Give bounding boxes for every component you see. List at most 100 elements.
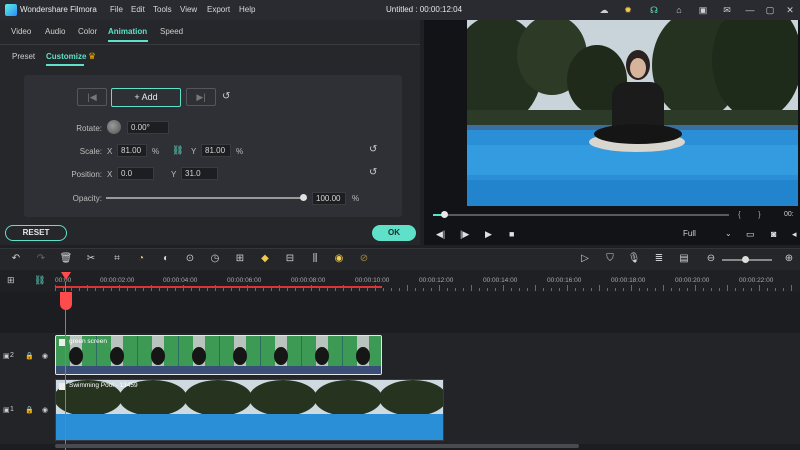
mark-out-bracket[interactable]: } [758, 210, 761, 219]
green-screen-icon[interactable]: ⊟ [283, 252, 297, 266]
menu-edit[interactable]: Edit [131, 5, 145, 14]
scale-y-label: Y [191, 147, 197, 156]
tab-audio[interactable]: Audio [45, 27, 65, 36]
stop-icon[interactable]: ■ [509, 229, 514, 239]
snap-link-icon[interactable]: ⛓ [34, 275, 45, 286]
mail-icon[interactable]: ✉ [721, 4, 733, 16]
position-reset-icon[interactable]: ↺ [369, 167, 377, 178]
export-frame-icon[interactable]: ⊘ [357, 252, 371, 266]
cloud-icon[interactable]: ☁ [598, 4, 610, 16]
add-track-icon[interactable]: ⊞ [7, 275, 15, 286]
subtab-preset[interactable]: Preset [12, 52, 35, 61]
swimming-pool-clip[interactable]: Swimming Pool - 13459 [55, 379, 444, 441]
rotate-input[interactable]: 0.00° [127, 121, 169, 134]
scale-reset-icon[interactable]: ↺ [369, 144, 377, 155]
track-2-number: 2 [10, 352, 14, 359]
position-x-label: X [107, 170, 113, 179]
track-2-eye-icon[interactable]: ◉ [42, 352, 48, 360]
timeline-zoom-thumb[interactable] [742, 256, 749, 263]
tab-speed[interactable]: Speed [160, 27, 183, 36]
menu-export[interactable]: Export [207, 5, 230, 14]
monitor-icon[interactable]: ▭ [746, 229, 755, 240]
tab-video[interactable]: Video [11, 27, 31, 36]
delete-icon[interactable]: 🗑 [59, 252, 73, 266]
save-icon[interactable]: ▣ [697, 4, 709, 16]
playhead-marker[interactable] [61, 272, 71, 280]
marker-icon[interactable]: ⛉ [603, 252, 617, 266]
maximize-icon[interactable]: ▢ [764, 4, 776, 16]
snapshot-camera-icon[interactable]: ◙ [771, 229, 776, 239]
voiceover-icon[interactable]: ▤ [677, 252, 691, 266]
tab-animation[interactable]: Animation [108, 27, 147, 36]
tab-divider [0, 44, 420, 45]
microphone-icon[interactable]: 🎙 [627, 252, 641, 266]
mixer-icon[interactable]: ≣ [652, 252, 666, 266]
app-name: Wondershare Filmora [20, 5, 97, 14]
prev-keyframe-button[interactable]: |◀ [77, 88, 107, 106]
track-1-eye-icon[interactable]: ◉ [42, 406, 48, 414]
next-keyframe-button[interactable]: ▶| [186, 88, 216, 106]
green-screen-clip[interactable]: green screen [55, 335, 382, 375]
zoom-icon[interactable]: ⊞ [233, 252, 247, 266]
scale-y-input[interactable]: 81.00 [201, 144, 231, 157]
position-x-input[interactable]: 0.0 [117, 167, 154, 180]
position-y-label: Y [171, 170, 177, 179]
rotate-label: Rotate: [76, 124, 102, 133]
play-icon[interactable]: ▶ [485, 229, 492, 240]
preview-scrub-thumb[interactable] [441, 211, 448, 218]
play-slow-icon[interactable]: |▶ [460, 229, 469, 240]
track-2-lock-icon[interactable]: 🔒 [25, 352, 34, 360]
reset-keyframe-icon[interactable]: ↺ [222, 91, 230, 102]
menu-tools[interactable]: Tools [153, 5, 172, 14]
playhead-handle[interactable] [60, 292, 72, 310]
bulb-icon[interactable]: ✹ [622, 4, 634, 16]
keyframe-icon[interactable]: ◆ [258, 252, 272, 266]
subtab-customize[interactable]: Customize [46, 52, 86, 61]
zoom-in-icon[interactable]: ⊕ [782, 252, 796, 266]
opacity-input[interactable]: 100.00 [312, 192, 346, 205]
ai-icon[interactable]: ◉ [332, 252, 346, 266]
reset-button[interactable]: RESET [5, 225, 67, 241]
redo-icon[interactable]: ↷ [34, 252, 48, 266]
rotate-knob[interactable] [107, 120, 121, 134]
tab-color[interactable]: Color [78, 27, 97, 36]
speed-icon[interactable]: ◔ [134, 252, 148, 266]
opacity-slider-thumb[interactable] [300, 194, 307, 201]
menu-file[interactable]: File [110, 5, 123, 14]
clip-name: green screen [69, 338, 107, 345]
position-y-input[interactable]: 31.0 [181, 167, 218, 180]
color-icon[interactable]: ◐ [159, 252, 173, 266]
preview-video-frame[interactable] [467, 20, 798, 206]
opacity-slider-track[interactable] [106, 197, 304, 199]
undo-icon[interactable]: ↶ [9, 252, 23, 266]
zoom-out-icon[interactable]: ⊖ [704, 252, 718, 266]
volume-icon[interactable]: ◂ [792, 229, 797, 240]
menu-help[interactable]: Help [239, 5, 255, 14]
work-area-range[interactable] [55, 286, 382, 288]
notification-icon[interactable]: ⌂ [673, 4, 685, 16]
quality-select[interactable]: Full ⌄ [683, 229, 735, 242]
render-icon[interactable]: ▷ [578, 252, 592, 266]
crop-icon[interactable]: ⌗ [110, 252, 124, 266]
scale-x-input[interactable]: 81.00 [117, 144, 147, 157]
cut-icon[interactable]: ✂ [84, 252, 98, 266]
add-keyframe-button[interactable]: + Add [111, 88, 181, 107]
step-back-icon[interactable]: ◀| [436, 229, 445, 240]
ruler-time: 00:00:06:00 [227, 277, 262, 284]
preview-scrub-track[interactable] [433, 214, 729, 216]
stabilize-icon[interactable]: ⊙ [183, 252, 197, 266]
track-2-video-icon: ▣ [3, 353, 10, 360]
menu-view[interactable]: View [180, 5, 197, 14]
audio-mixer-icon[interactable]: ⫼ [308, 252, 322, 266]
mark-in-bracket[interactable]: { [738, 210, 741, 219]
ruler-time: 00:00:18:00 [611, 277, 646, 284]
track-1-lock-icon[interactable]: 🔒 [25, 406, 34, 414]
close-icon[interactable]: ✕ [784, 4, 796, 16]
duration-icon[interactable]: ◷ [208, 252, 222, 266]
timeline-scrollbar[interactable] [55, 444, 579, 448]
link-icon[interactable]: ⛓ [172, 145, 183, 156]
opacity-label: Opacity: [72, 194, 102, 203]
minimize-icon[interactable]: — [744, 4, 756, 16]
headset-icon[interactable]: ☊ [648, 4, 660, 16]
ok-button[interactable]: OK [372, 225, 416, 241]
